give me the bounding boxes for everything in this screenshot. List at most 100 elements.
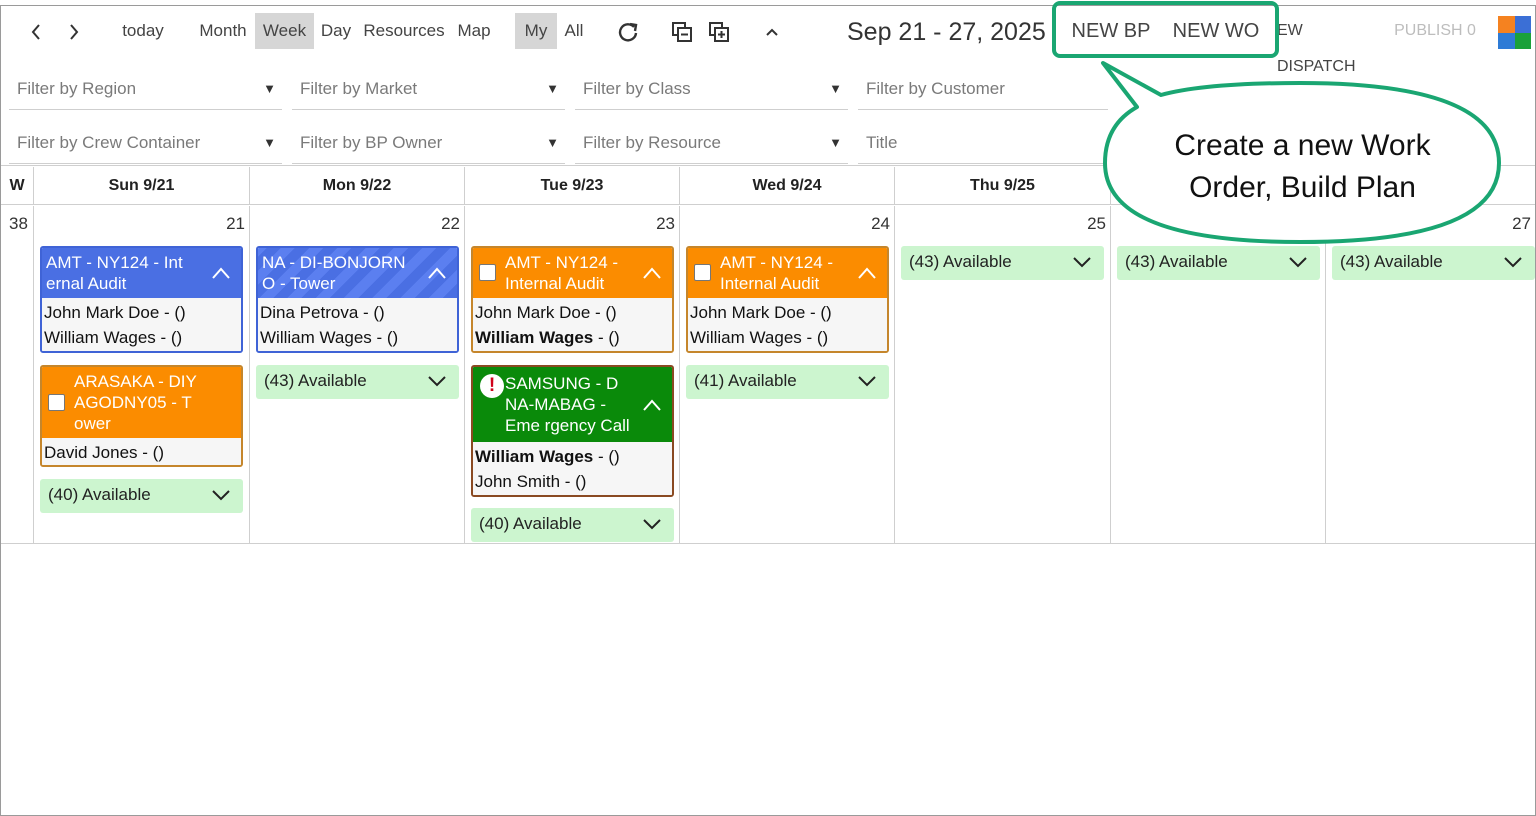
- dropdown-arrow-icon: ▼: [829, 135, 842, 150]
- today-button[interactable]: today: [113, 13, 173, 49]
- expand-all-button[interactable]: [702, 13, 736, 49]
- event-crew-list: John Mark Doe - () William Wages - (): [473, 298, 672, 351]
- available-count: (43) Available: [1125, 252, 1228, 271]
- dropdown-arrow-icon: ▼: [263, 135, 276, 150]
- event-title[interactable]: AMT - NY124 - Internal Audit: [473, 248, 672, 298]
- event-title[interactable]: AMT - NY124 - Int ernal Audit: [42, 248, 241, 298]
- filter-market-select[interactable]: Filter by Market ▼: [292, 68, 565, 110]
- chevron-up-icon[interactable]: [211, 265, 231, 281]
- crew-member-name: William Wages: [475, 447, 594, 466]
- chevron-up-icon: [766, 28, 778, 36]
- event-title-text: ARASAKA - DIY AGODNY05 - T ower: [74, 372, 197, 433]
- filter-customer-select[interactable]: Filter by Customer: [858, 68, 1108, 110]
- event-title[interactable]: ARASAKA - DIY AGODNY05 - T ower: [42, 367, 241, 438]
- filter-label: Filter by Resource: [583, 133, 721, 152]
- scope-my-button[interactable]: My: [515, 13, 557, 49]
- event-select-checkbox[interactable]: [479, 264, 496, 281]
- dropdown-arrow-icon: ▼: [263, 81, 276, 96]
- crew-member: William Wages - (): [44, 328, 183, 347]
- filter-crew-container-select[interactable]: Filter by Crew Container ▼: [9, 122, 282, 164]
- prev-week-button[interactable]: [21, 13, 51, 49]
- toolbar: today Month Week Day Resources Map My Al…: [1, 6, 1535, 75]
- scope-all-button[interactable]: All: [559, 13, 589, 49]
- filter-bp-owner-select[interactable]: Filter by BP Owner ▼: [292, 122, 565, 164]
- dropdown-arrow-icon: ▼: [546, 135, 559, 150]
- available-resources-dropdown[interactable]: (43) Available: [256, 365, 459, 399]
- event-card[interactable]: NA - DI-BONJORN O - Tower Dina Petrova -…: [256, 246, 459, 353]
- day-number: 22: [441, 214, 460, 233]
- view-month-button[interactable]: Month: [195, 13, 251, 49]
- chevron-up-icon[interactable]: [857, 265, 877, 281]
- day-cell-mon[interactable]: 22 NA - DI-BONJORN O - Tower Dina Petrov…: [250, 206, 465, 544]
- next-week-button[interactable]: [59, 13, 89, 49]
- event-card[interactable]: AMT - NY124 - Internal Audit John Mark D…: [686, 246, 889, 353]
- available-resources-dropdown[interactable]: (40) Available: [40, 479, 243, 513]
- event-card[interactable]: AMT - NY124 - Int ernal Audit John Mark …: [40, 246, 243, 353]
- event-title[interactable]: NA - DI-BONJORN O - Tower: [258, 248, 457, 298]
- day-header-mon[interactable]: Mon 9/22: [250, 167, 465, 205]
- day-header-thu[interactable]: Thu 9/25: [895, 167, 1111, 205]
- chevron-down-icon: [1073, 257, 1091, 268]
- chevron-up-icon[interactable]: [427, 265, 447, 281]
- crew-member-suffix: - (): [593, 328, 620, 347]
- day-cell-tue[interactable]: 23 AMT - NY124 - Internal Audit John Mar…: [465, 206, 680, 544]
- chevron-down-icon: [428, 376, 446, 387]
- available-resources-dropdown[interactable]: (43) Available: [901, 246, 1104, 280]
- day-cell-wed[interactable]: 24 AMT - NY124 - Internal Audit John Mar…: [680, 206, 895, 544]
- title-filter-input[interactable]: Title: [858, 122, 1108, 164]
- event-select-checkbox[interactable]: [694, 264, 711, 281]
- refresh-button[interactable]: [611, 13, 645, 49]
- view-map-button[interactable]: Map: [452, 13, 496, 49]
- refresh-icon: [618, 22, 638, 42]
- chevron-up-icon[interactable]: [642, 265, 662, 281]
- chevron-right-icon: [70, 23, 79, 40]
- crew-member-suffix: - (): [593, 447, 620, 466]
- publish-button[interactable]: PUBLISH 0: [1393, 13, 1477, 49]
- day-header-sun[interactable]: Sun 9/21: [34, 167, 250, 205]
- available-resources-dropdown[interactable]: (43) Available: [1332, 246, 1535, 280]
- filter-region-select[interactable]: Filter by Region ▼: [9, 68, 282, 110]
- crew-member: John Smith - (): [475, 472, 587, 491]
- day-cell-thu[interactable]: 25 (43) Available: [895, 206, 1111, 544]
- event-card[interactable]: ARASAKA - DIY AGODNY05 - T ower David Jo…: [40, 365, 243, 467]
- filter-label: Title: [866, 133, 898, 152]
- view-resources-button[interactable]: Resources: [361, 13, 447, 49]
- day-cell-sat[interactable]: 27 (43) Available: [1326, 206, 1535, 544]
- event-crew-list: John Mark Doe - () William Wages - (): [688, 298, 887, 351]
- chevron-down-icon: [1504, 257, 1522, 268]
- event-title-text: AMT - NY124 - Int ernal Audit: [46, 253, 183, 293]
- day-cell-sun[interactable]: 21 AMT - NY124 - Int ernal Audit John Ma…: [34, 206, 250, 544]
- day-number: 27: [1512, 214, 1531, 233]
- filter-class-select[interactable]: Filter by Class ▼: [575, 68, 848, 110]
- copy-minus-icon: [672, 21, 692, 42]
- filter-label: Filter by BP Owner: [300, 133, 443, 152]
- app-logo: [1498, 16, 1531, 49]
- calendar-week-row: 38 21 AMT - NY124 - Int ernal Audit John…: [1, 206, 1535, 544]
- event-card[interactable]: ! SAMSUNG - D NA-MABAG - Eme rgency Call …: [471, 365, 674, 497]
- day-cell-fri[interactable]: (43) Available: [1111, 206, 1326, 544]
- event-crew-list: John Mark Doe - () William Wages - (): [42, 298, 241, 351]
- event-title[interactable]: AMT - NY124 - Internal Audit: [688, 248, 887, 298]
- day-header-wed[interactable]: Wed 9/24: [680, 167, 895, 205]
- day-header-tue[interactable]: Tue 9/23: [465, 167, 680, 205]
- chevron-up-icon[interactable]: [642, 397, 662, 413]
- event-title-text: AMT - NY124 - Internal Audit: [720, 253, 834, 293]
- crew-member: William Wages - (): [475, 325, 669, 350]
- chevron-left-icon: [31, 23, 40, 40]
- view-day-button[interactable]: Day: [317, 13, 355, 49]
- collapse-all-button[interactable]: [665, 13, 699, 49]
- available-resources-dropdown[interactable]: (41) Available: [686, 365, 889, 399]
- event-card[interactable]: AMT - NY124 - Internal Audit John Mark D…: [471, 246, 674, 353]
- new-dispatch-button[interactable]: EW DISPATCH: [1277, 13, 1383, 75]
- available-count: (40) Available: [48, 485, 151, 504]
- available-count: (43) Available: [264, 371, 367, 390]
- view-week-button[interactable]: Week: [255, 13, 314, 49]
- event-title[interactable]: ! SAMSUNG - D NA-MABAG - Eme rgency Call: [473, 367, 672, 442]
- filter-resource-select[interactable]: Filter by Resource ▼: [575, 122, 848, 164]
- available-count: (40) Available: [479, 514, 582, 533]
- week-number: 38: [9, 214, 28, 233]
- event-select-checkbox[interactable]: [48, 393, 65, 411]
- available-resources-dropdown[interactable]: (43) Available: [1117, 246, 1320, 280]
- available-resources-dropdown[interactable]: (40) Available: [471, 508, 674, 542]
- collapse-filters-button[interactable]: [757, 13, 787, 49]
